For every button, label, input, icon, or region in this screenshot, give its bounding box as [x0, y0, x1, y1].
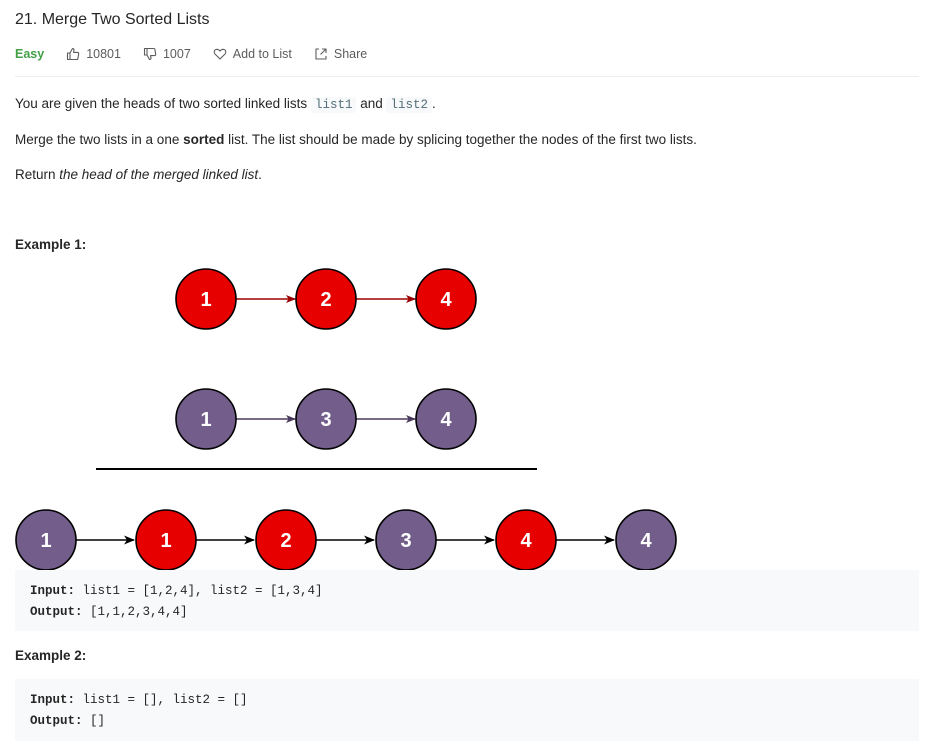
list1-node: 1 [175, 268, 237, 330]
svg-text:4: 4 [640, 530, 652, 552]
header-divider [15, 76, 919, 77]
svg-text:2: 2 [320, 289, 331, 311]
share-icon [315, 48, 327, 60]
example-2-output-line: Output: [] [30, 714, 106, 728]
dislike-count: 1007 [162, 47, 191, 61]
svg-text:4: 4 [440, 409, 452, 431]
svg-text:1: 1 [40, 530, 51, 552]
example-2-input-line: Input: list1 = [], list2 = [] [30, 693, 248, 707]
like-count: 10801 [86, 47, 121, 61]
thumbs-up-icon [67, 47, 80, 61]
list2-node: 3 [295, 388, 357, 450]
svg-text:2: 2 [280, 530, 291, 552]
add-to-list-label: Add to List [232, 47, 292, 61]
merged-node: 1 [135, 509, 197, 571]
list2-node: 4 [415, 388, 477, 450]
description-paragraph-1: You are given the heads of two sorted li… [15, 96, 436, 113]
svg-text:4: 4 [440, 289, 452, 311]
example-1-input-line: Input: list1 = [1,2,4], list2 = [1,3,4] [30, 584, 323, 598]
merged-node: 1 [15, 509, 77, 571]
list1-node: 4 [415, 268, 477, 330]
merged-node: 3 [375, 509, 437, 571]
list2-node: 1 [175, 388, 237, 450]
heart-icon [213, 48, 227, 60]
merged-node: 4 [495, 509, 557, 571]
code-list1: list1 [310, 97, 357, 113]
merged-node: 2 [255, 509, 317, 571]
example-1-output-line: Output: [1,1,2,3,4,4] [30, 605, 188, 619]
svg-text:4: 4 [520, 530, 532, 552]
add-to-list-button[interactable]: Add to List [213, 47, 292, 61]
description-paragraph-2: Merge the two lists in a one sorted list… [15, 132, 697, 147]
example-1-diagram: 1 2 4 1 3 4 1 1 2 3 4 4 [15, 268, 677, 571]
svg-text:3: 3 [320, 409, 331, 431]
svg-text:1: 1 [200, 409, 211, 431]
share-label: Share [333, 47, 368, 61]
difficulty-badge: Easy [15, 47, 45, 61]
svg-text:3: 3 [400, 530, 411, 552]
example-2-code-block: Input: list1 = [], list2 = [] Output: [] [15, 679, 919, 741]
problem-meta-bar: Easy 10801 1007 Add to List Share [15, 44, 389, 64]
sorted-bold: sorted [183, 132, 225, 147]
example-1-code-block: Input: list1 = [1,2,4], list2 = [1,3,4] … [15, 570, 919, 631]
problem-title: 21. Merge Two Sorted Lists [15, 11, 210, 28]
like-button[interactable]: 10801 [66, 47, 121, 61]
code-list2: list2 [386, 97, 432, 113]
dislike-button[interactable]: 1007 [143, 47, 191, 61]
share-button[interactable]: Share [314, 47, 367, 61]
list1-node: 2 [295, 268, 357, 330]
return-italic: the head of the merged linked list [59, 167, 259, 182]
description-paragraph-3: Return the head of the merged linked lis… [15, 167, 262, 182]
thumbs-down-icon [143, 47, 157, 61]
svg-text:1: 1 [160, 530, 171, 552]
merged-node: 4 [615, 509, 677, 571]
example-2-title: Example 2: [15, 648, 87, 663]
example-1-title: Example 1: [15, 237, 87, 252]
svg-text:1: 1 [200, 289, 211, 311]
